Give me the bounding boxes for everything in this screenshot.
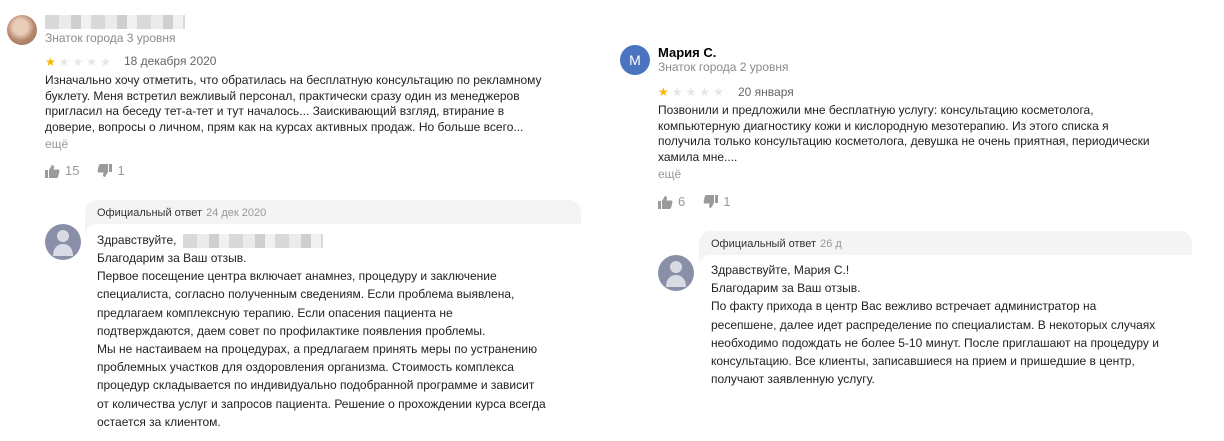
review-text: Изначально хочу отметить, что обратилась…	[45, 73, 542, 134]
rating-stars: ★ ★ ★ ★ ★	[45, 56, 111, 68]
reply-date: 26 д	[820, 238, 842, 250]
star-icon: ★	[45, 55, 56, 69]
review-date: 20 января	[738, 85, 794, 99]
review-date: 18 декабря 2020	[124, 54, 217, 68]
star-icon: ★	[671, 85, 683, 99]
reactions: 6 1	[658, 194, 730, 209]
star-icon: ★	[658, 85, 669, 99]
thumbs-up-icon	[658, 195, 673, 209]
reply-label: Официальный ответ	[97, 207, 203, 219]
dislike-count: 1	[723, 194, 731, 209]
author-name[interactable]: Мария С.	[658, 45, 716, 60]
like-button[interactable]: 15	[45, 163, 79, 178]
reply-text: Благодарим за Ваш отзыв. Первое посещени…	[97, 251, 546, 429]
reactions: 15 1	[45, 163, 125, 178]
author-avatar[interactable]	[7, 15, 37, 45]
reply-text: Здравствуйте, Мария С.! Благодарим за Ва…	[711, 263, 1159, 387]
more-link[interactable]: ещё	[45, 137, 68, 151]
official-reply: Официальный ответ 24 дек 2020 Здравствуйт…	[85, 200, 581, 441]
star-icon: ★	[86, 55, 98, 69]
like-count: 6	[678, 194, 686, 209]
author-level: Знаток города 2 уровня	[658, 60, 789, 74]
thumbs-down-icon	[703, 194, 719, 209]
more-link[interactable]: ещё	[658, 167, 681, 181]
star-icon: ★	[713, 85, 724, 99]
rating-stars: ★ ★ ★ ★ ★	[658, 86, 724, 98]
reply-greeting: Здравствуйте,	[97, 231, 577, 249]
star-icon: ★	[100, 55, 111, 69]
like-count: 15	[65, 163, 80, 178]
dislike-button[interactable]: 1	[703, 194, 730, 209]
star-icon: ★	[699, 85, 711, 99]
star-icon: ★	[685, 85, 697, 99]
review-text: Позвонили и предложили мне бесплатную ус…	[658, 103, 1150, 164]
official-reply: Официальный ответ 26 д Здравствуйте, Мари…	[699, 231, 1192, 388]
reply-name-redacted	[183, 234, 323, 248]
star-icon: ★	[58, 55, 70, 69]
org-avatar-icon	[45, 224, 81, 260]
reply-greeting-text: Здравствуйте,	[97, 233, 177, 247]
reply-body: Здравствуйте, Благодарим за Ваш отзыв. П…	[85, 224, 581, 441]
thumbs-up-icon	[45, 164, 60, 178]
reply-label: Официальный ответ	[711, 238, 817, 250]
like-button[interactable]: 6	[658, 194, 685, 209]
org-avatar-icon	[658, 255, 694, 291]
thumbs-down-icon	[97, 163, 113, 178]
author-level: Знаток города 3 уровня	[45, 31, 176, 45]
star-icon: ★	[72, 55, 84, 69]
reply-header: Официальный ответ 26 д	[711, 238, 842, 250]
reply-body: Здравствуйте, Мария С.! Благодарим за Ва…	[699, 255, 1192, 388]
dislike-button[interactable]: 1	[97, 163, 125, 178]
reply-date: 24 дек 2020	[206, 207, 267, 219]
author-name-redacted[interactable]	[45, 15, 185, 29]
dislike-count: 1	[117, 163, 125, 178]
reply-header: Официальный ответ 24 дек 2020	[97, 207, 266, 219]
author-avatar[interactable]: М	[620, 45, 650, 75]
